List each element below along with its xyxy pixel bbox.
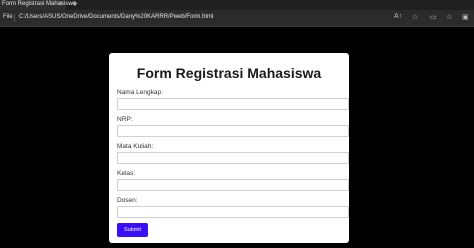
tab-close-icon[interactable]: × xyxy=(59,1,63,7)
favorites-bar-icon[interactable]: ☆ xyxy=(446,13,452,21)
kelas-input[interactable] xyxy=(117,179,349,191)
submit-button[interactable]: Submit xyxy=(117,223,148,237)
file-label: File xyxy=(3,14,13,20)
page-viewport: Form Registrasi Mahasiswa Nama Lengkap: … xyxy=(0,27,474,248)
nama-lengkap-label: Nama Lengkap: xyxy=(117,89,163,96)
new-tab-button[interactable]: + xyxy=(72,0,78,10)
read-aloud-icon[interactable]: A↑ xyxy=(394,13,402,20)
address-divider xyxy=(14,14,15,22)
dosen-label: Dosen: xyxy=(117,197,138,204)
tab-title: Form Registrasi Mahasiswa xyxy=(2,1,77,7)
mata-kuliah-label: Mata Kuliah: xyxy=(117,143,154,150)
split-screen-icon[interactable]: ▭ xyxy=(430,13,437,21)
favorite-star-icon[interactable]: ☆ xyxy=(412,13,418,21)
nrp-label: NRP: xyxy=(117,116,133,123)
kelas-label: Kelas: xyxy=(117,170,136,177)
address-bar: File C:/Users/ASUS/OneDrive/Documents/Da… xyxy=(0,10,474,27)
mata-kuliah-input[interactable] xyxy=(117,152,349,164)
nrp-input[interactable] xyxy=(117,125,349,137)
dosen-input[interactable] xyxy=(117,206,349,218)
browser-tab[interactable]: Form Registrasi Mahasiswa × xyxy=(0,0,76,10)
nama-lengkap-input[interactable] xyxy=(117,98,349,110)
url-text[interactable]: C:/Users/ASUS/OneDrive/Documents/Dany%20… xyxy=(19,14,213,20)
collections-icon[interactable]: ▣ xyxy=(462,13,469,21)
form-card: Form Registrasi Mahasiswa Nama Lengkap: … xyxy=(109,53,349,243)
form-title: Form Registrasi Mahasiswa xyxy=(136,65,322,81)
browser-titlebar: Form Registrasi Mahasiswa × + xyxy=(0,0,474,10)
